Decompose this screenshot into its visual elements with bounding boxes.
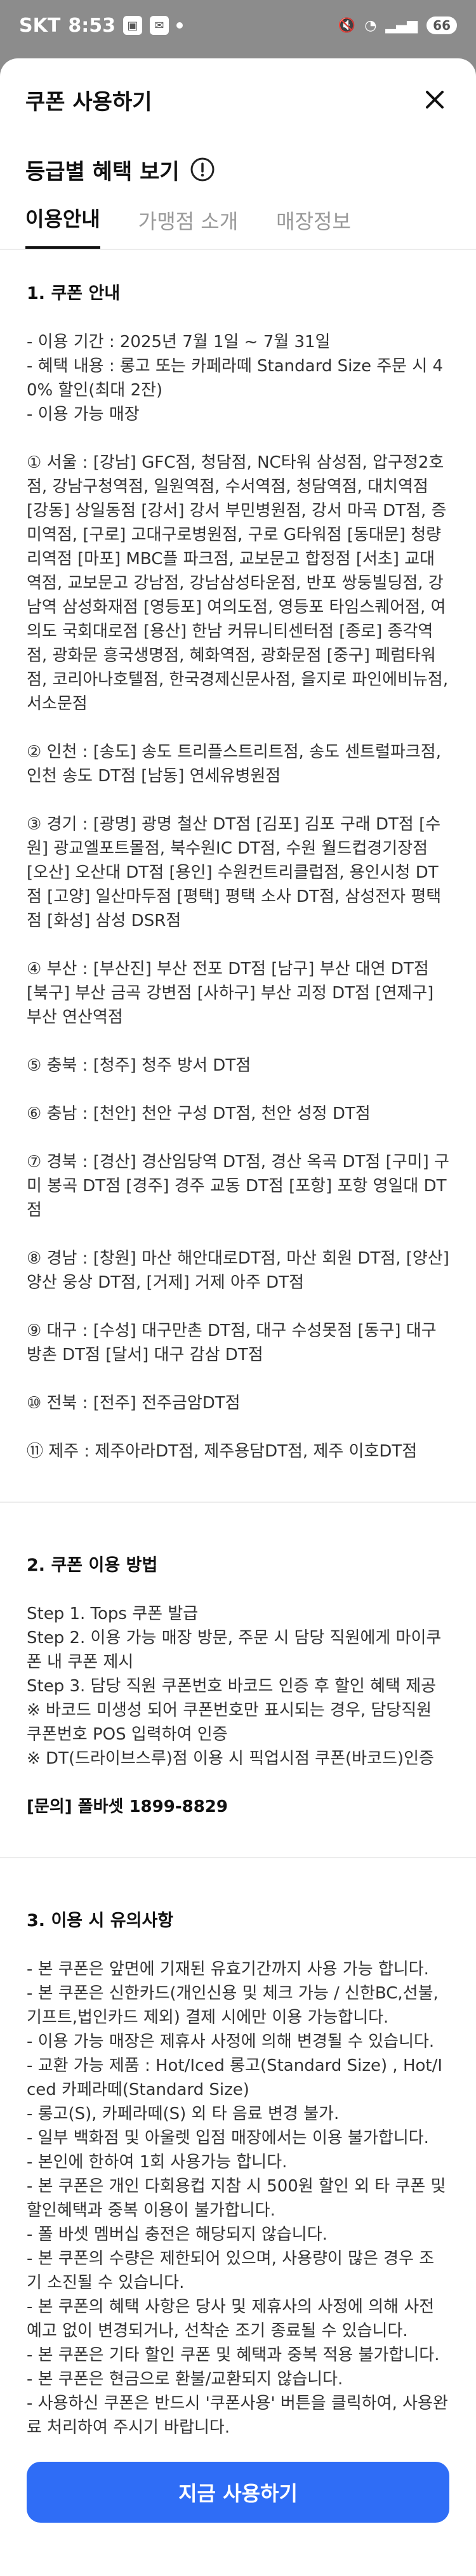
message-icon: ✉ — [149, 16, 169, 35]
coupon-bottom-sheet: 쿠폰 사용하기 등급별 혜택 보기 이용안내 가맹점 소개 매장정보 1. 쿠폰… — [0, 58, 476, 2576]
section-2-title: 2. 쿠폰 이용 방법 — [27, 1556, 158, 1575]
signal-icon: ▂▄▆ — [385, 17, 418, 34]
store-list-jeonbuk: ⑩ 전북 : [전주] 전주금암DT점 — [27, 1394, 241, 1413]
status-right: 🔇 ◔ ▂▄▆ 66 — [338, 17, 457, 34]
store-list-jeju: ⑪ 제주 : 제주아라DT점, 제주용담DT점, 제주 이호DT점 — [27, 1442, 418, 1461]
contact-info: [문의] 폴바셋 1899-8829 — [27, 1797, 228, 1816]
tab-bar: 이용안내 가맹점 소개 매장정보 — [0, 198, 476, 250]
wifi-icon: ◔ — [364, 17, 377, 34]
mute-icon: 🔇 — [338, 17, 356, 34]
close-button[interactable] — [419, 84, 451, 116]
use-now-button[interactable]: 지금 사용하기 — [27, 2462, 449, 2523]
section-1-title: 1. 쿠폰 안내 — [27, 284, 121, 303]
tab-store-info[interactable]: 매장정보 — [276, 206, 351, 249]
section-3-title: 3. 이용 시 유의사항 — [27, 1911, 174, 1931]
cta-area: 지금 사용하기 — [0, 2449, 476, 2576]
store-list-incheon: ② 인천 : [송도] 송도 트리플스트리트점, 송도 센트럴파크점, 인천 송… — [27, 743, 447, 786]
close-icon — [426, 91, 444, 109]
guide-content: 1. 쿠폰 안내 - 이용 기간 : 2025년 7월 1일 ~ 7월 31일 … — [0, 250, 476, 2440]
sheet-title: 쿠폰 사용하기 — [25, 89, 152, 115]
carrier-label: SKT — [19, 14, 61, 37]
notice-text: - 본 쿠폰은 앞면에 기재된 유효기간까지 사용 가능 합니다. - 본 쿠폰… — [27, 1960, 448, 2437]
tab-merchant-intro[interactable]: 가맹점 소개 — [138, 206, 238, 249]
store-list-seoul: ① 서울 : [강남] GFC점, 청담점, NC타워 삼성점, 압구정2호점,… — [27, 453, 454, 713]
store-list-gyeongnam: ⑧ 경남 : [창원] 마산 해안대로DT점, 마산 회원 DT점, [양산] … — [27, 1249, 455, 1292]
clock: 8:53 — [68, 14, 116, 37]
battery-indicator: 66 — [426, 17, 457, 34]
store-list-gyeonggi: ③ 경기 : [광명] 광명 철산 DT점 [김포] 김포 구래 DT점 [수원… — [27, 815, 442, 930]
info-icon[interactable] — [190, 157, 215, 182]
more-notifications-icon — [176, 22, 183, 29]
status-left: SKT 8:53 ▣ ✉ — [19, 15, 183, 37]
store-list-gyeongbuk: ⑦ 경북 : [경산] 경산임당역 DT점, 경산 옥곡 DT점 [구미] 구미… — [27, 1153, 449, 1220]
store-list-daegu: ⑨ 대구 : [수성] 대구만촌 DT점, 대구 수성못점 [동구] 대구방촌 … — [27, 1321, 437, 1364]
benefit-title: 등급별 혜택 보기 — [25, 159, 180, 185]
benefit-title-row: 등급별 혜택 보기 — [0, 141, 476, 198]
usage-steps-text: Step 1. Tops 쿠폰 발급 Step 2. 이용 가능 매장 방문, … — [27, 1604, 442, 1768]
status-bar: SKT 8:53 ▣ ✉ 🔇 ◔ ▂▄▆ 66 — [0, 0, 476, 51]
section-divider — [0, 1502, 476, 1503]
section-divider — [0, 1857, 476, 1858]
coupon-info-text: - 이용 기간 : 2025년 7월 1일 ~ 7월 31일 - 혜택 내용 :… — [27, 333, 444, 424]
store-list-busan: ④ 부산 : [부산진] 부산 전포 DT점 [남구] 부산 대연 DT점 [북… — [27, 960, 439, 1027]
tab-guide[interactable]: 이용안내 — [25, 203, 100, 249]
store-list-chungnam: ⑥ 충남 : [천안] 천안 구성 DT점, 천안 성정 DT점 — [27, 1104, 371, 1123]
sheet-header: 쿠폰 사용하기 — [0, 58, 476, 141]
store-list-chungbuk: ⑤ 충북 : [청주] 청주 방서 DT점 — [27, 1056, 251, 1075]
notification-icon: ▣ — [122, 16, 142, 35]
